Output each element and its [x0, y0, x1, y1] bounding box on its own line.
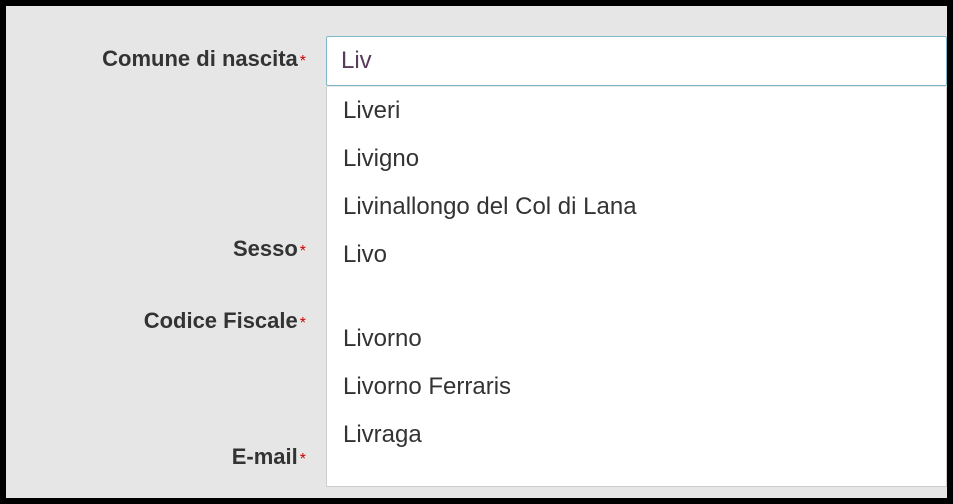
row-comune-nascita: Comune di nascita* Liveri Livigno Livina…: [6, 36, 947, 86]
dropdown-item[interactable]: Livorno Ferraris: [327, 363, 946, 411]
dropdown-item[interactable]: Livraga: [327, 411, 946, 459]
dropdown-item[interactable]: Liveri: [327, 87, 946, 135]
sesso-label: Sesso: [233, 236, 298, 261]
input-col: Liveri Livigno Livinallongo del Col di L…: [326, 36, 947, 86]
comune-nascita-input[interactable]: [326, 36, 947, 86]
comune-nascita-label: Comune di nascita: [102, 46, 298, 71]
dropdown-item[interactable]: Livorno: [327, 315, 946, 363]
email-label: E-mail: [232, 444, 298, 469]
codice-fiscale-label: Codice Fiscale: [144, 308, 298, 333]
autocomplete-dropdown: Liveri Livigno Livinallongo del Col di L…: [326, 87, 947, 487]
required-marker: *: [300, 53, 306, 70]
dropdown-item[interactable]: Livigno: [327, 135, 946, 183]
form-container: Comune di nascita* Liveri Livigno Livina…: [6, 6, 947, 498]
required-marker: *: [300, 243, 306, 260]
dropdown-item[interactable]: Livo: [327, 231, 946, 279]
required-marker: *: [300, 451, 306, 468]
label-col: Sesso*: [6, 226, 326, 262]
required-marker: *: [300, 315, 306, 332]
dropdown-item[interactable]: Livinallongo del Col di Lana: [327, 183, 946, 231]
label-col: Comune di nascita*: [6, 36, 326, 72]
label-col: E-mail*: [6, 434, 326, 470]
label-col: Codice Fiscale*: [6, 298, 326, 334]
